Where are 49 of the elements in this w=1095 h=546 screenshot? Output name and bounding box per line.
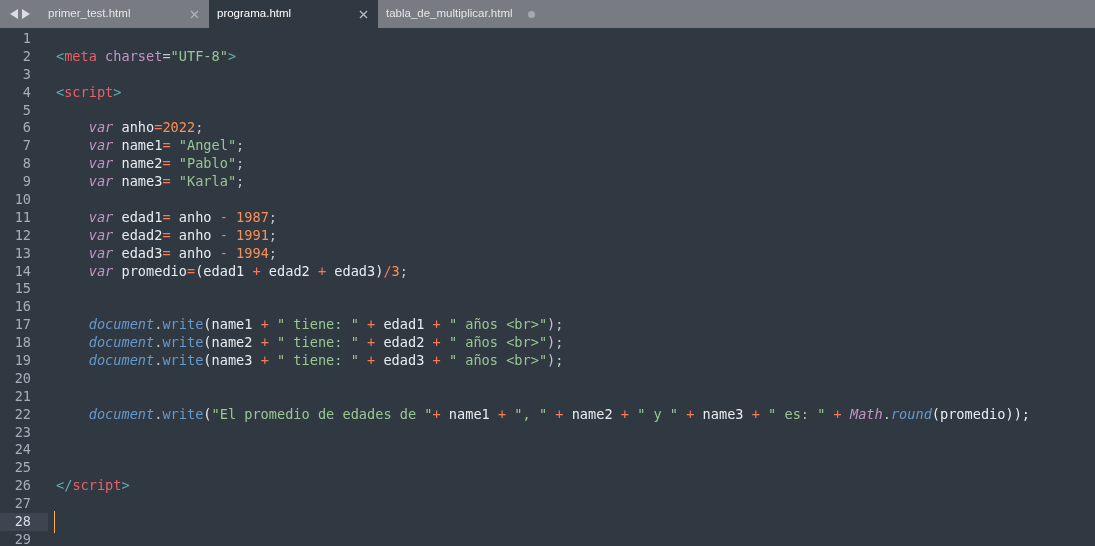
code-line: document.write(name1 + " tiene: " + edad1 + " años <br>"); bbox=[87, 316, 564, 335]
close-icon[interactable] bbox=[359, 9, 368, 19]
code-line: var promedio=(edad1 + edad2 + edad3)/3; bbox=[87, 262, 408, 281]
left-arrow-icon[interactable] bbox=[10, 9, 18, 19]
line-number: 8 bbox=[21, 155, 32, 174]
code-line: var name3= "Karla"; bbox=[87, 173, 245, 191]
line-number: 23 bbox=[13, 423, 32, 442]
line-number: 11 bbox=[13, 208, 32, 227]
code-line: document.write(name3 + " tiene: " + edad3 + " años <br>"); bbox=[87, 352, 564, 370]
line-number: 21 bbox=[13, 387, 32, 406]
line-number: 25 bbox=[13, 459, 32, 478]
text-caret bbox=[54, 511, 55, 534]
line-number: 1 bbox=[21, 30, 32, 48]
line-number: 29 bbox=[13, 530, 32, 546]
code-line: var name2= "Pablo"; bbox=[87, 155, 245, 174]
line-number: 16 bbox=[13, 298, 32, 317]
code-line: var edad2= anho - 1991; bbox=[87, 226, 277, 245]
right-arrow-icon[interactable] bbox=[22, 9, 30, 19]
code-line: <meta charset="UTF-8"> bbox=[56, 47, 237, 66]
code-line: var anho=2022; bbox=[87, 119, 204, 138]
line-number: 6 bbox=[21, 119, 32, 138]
line-number: 12 bbox=[13, 226, 32, 245]
editor-tab[interactable]: programa.html bbox=[209, 0, 378, 28]
line-number: 20 bbox=[13, 369, 32, 388]
line-number: 19 bbox=[13, 352, 32, 370]
line-number: 2 bbox=[21, 47, 32, 66]
line-number: 10 bbox=[13, 191, 32, 209]
line-number: 4 bbox=[21, 83, 32, 102]
line-number: 9 bbox=[21, 173, 32, 191]
code-line: document.write("El promedio de edades de "+ name1 + ", " + name2 + " y " + name3 + " es: " + Math.round(promedio)); bbox=[87, 405, 1031, 424]
line-number: 15 bbox=[13, 280, 32, 299]
code-line: document.write(name2 + " tiene: " + edad2 + " años <br>"); bbox=[87, 334, 564, 353]
line-number: 26 bbox=[13, 477, 32, 496]
code-line: </script> bbox=[56, 477, 130, 496]
line-number: 14 bbox=[13, 262, 32, 281]
line-number: 22 bbox=[13, 405, 32, 424]
line-number: 13 bbox=[13, 244, 32, 263]
line-number: 28 bbox=[0, 513, 48, 531]
code-line: var edad3= anho - 1994; bbox=[87, 244, 277, 263]
code-line: var edad1= anho - 1987; bbox=[87, 208, 277, 227]
line-number: 7 bbox=[21, 137, 32, 156]
line-number: 24 bbox=[13, 441, 32, 460]
code-line: <script> bbox=[56, 83, 122, 102]
line-number: 5 bbox=[21, 101, 32, 120]
line-number: 17 bbox=[13, 316, 32, 335]
line-number: 18 bbox=[13, 334, 32, 353]
line-number: 27 bbox=[13, 495, 32, 514]
code-line: var name1= "Angel"; bbox=[87, 137, 245, 156]
line-number: 3 bbox=[21, 65, 32, 84]
